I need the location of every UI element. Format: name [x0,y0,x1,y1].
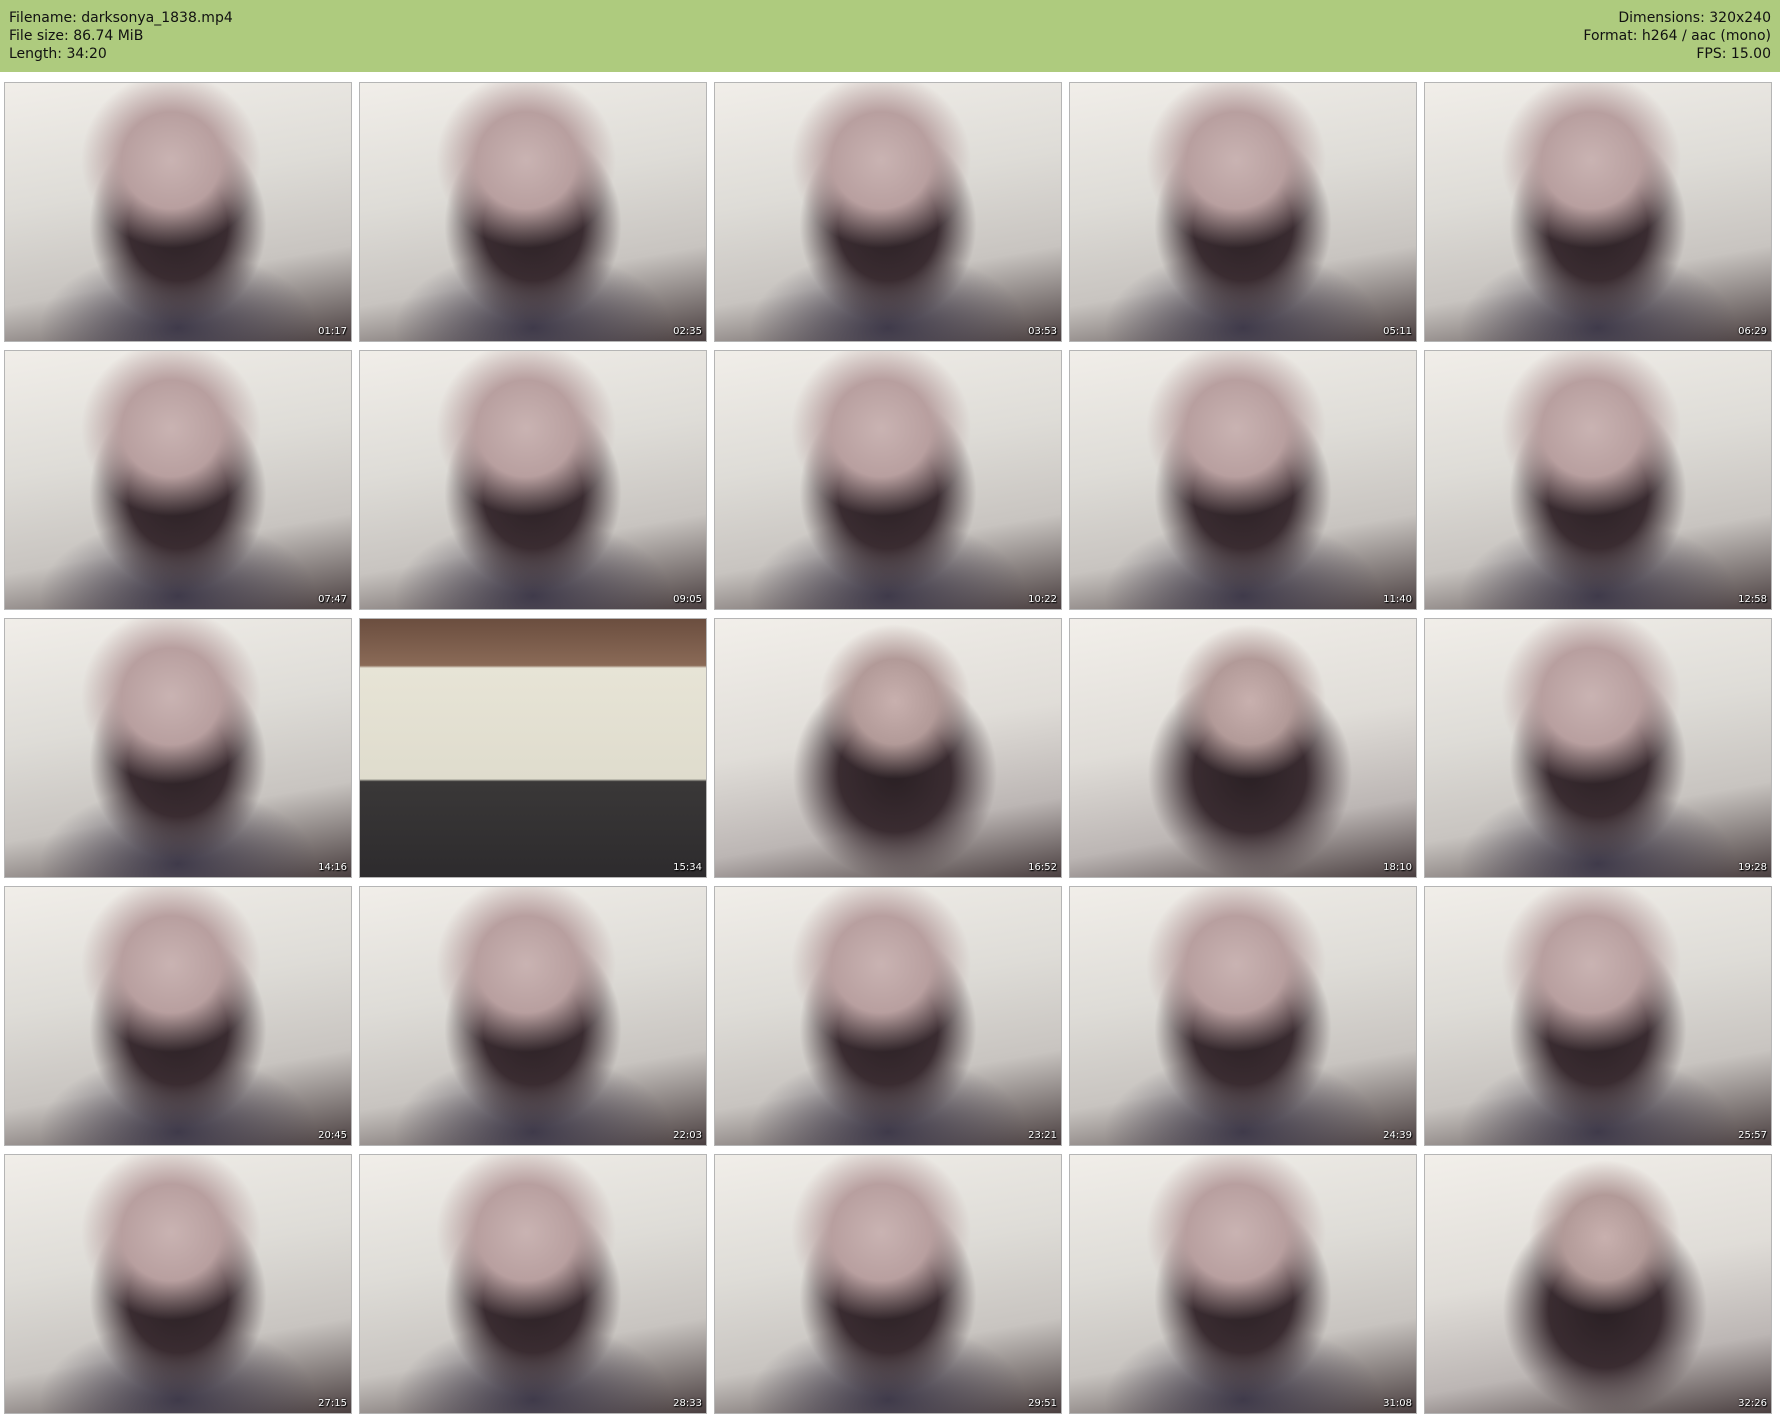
timestamp-label: 16:52 [1028,862,1057,873]
thumbnail-image [715,887,1061,1145]
thumbnail-image [5,83,351,341]
timestamp-label: 10:22 [1028,594,1057,605]
timestamp-label: 05:11 [1383,326,1412,337]
video-thumbnail[interactable]: 06:29 [1424,82,1772,342]
video-thumbnail[interactable]: 18:10 [1069,618,1417,878]
file-info: Filename: darksonya_1838.mp4 File size: … [9,9,233,63]
video-thumbnail[interactable]: 15:34 [359,618,707,878]
video-thumbnail[interactable]: 09:05 [359,350,707,610]
timestamp-label: 25:57 [1738,1130,1767,1141]
thumbnail-image [1070,887,1416,1145]
timestamp-label: 20:45 [318,1130,347,1141]
thumbnail-image [715,619,1061,877]
thumbnail-image [5,1155,351,1413]
timestamp-label: 19:28 [1738,862,1767,873]
timestamp-label: 15:34 [673,862,702,873]
thumbnail-image [1070,83,1416,341]
timestamp-label: 14:16 [318,862,347,873]
thumbnail-image [1070,1155,1416,1413]
thumbnail-image [5,351,351,609]
video-thumbnail[interactable]: 27:15 [4,1154,352,1414]
video-thumbnail[interactable]: 05:11 [1069,82,1417,342]
thumbnail-grid: 01:17 02:35 03:53 05:11 06:29 07:47 09:05 10:22… [4,82,1776,1414]
timestamp-label: 31:08 [1383,1398,1412,1409]
timestamp-label: 02:35 [673,326,702,337]
thumbnail-image [1425,1155,1771,1413]
timestamp-label: 06:29 [1738,326,1767,337]
thumbnail-image [5,887,351,1145]
thumbnail-image [715,83,1061,341]
thumbnail-image [1070,351,1416,609]
dimensions-label: Dimensions: 320x240 [1618,10,1771,26]
timestamp-label: 32:26 [1738,1398,1767,1409]
timestamp-label: 12:58 [1738,594,1767,605]
info-header: Filename: darksonya_1838.mp4 File size: … [0,0,1780,72]
stream-info: Dimensions: 320x240 Format: h264 / aac (… [1583,9,1771,63]
timestamp-label: 24:39 [1383,1130,1412,1141]
video-thumbnail[interactable]: 23:21 [714,886,1062,1146]
video-thumbnail[interactable]: 32:26 [1424,1154,1772,1414]
thumbnail-image [360,1155,706,1413]
video-thumbnail[interactable]: 31:08 [1069,1154,1417,1414]
thumbnail-image [1070,619,1416,877]
video-thumbnail[interactable]: 20:45 [4,886,352,1146]
thumbnail-image [1425,351,1771,609]
timestamp-label: 18:10 [1383,862,1412,873]
thumbnail-image [1425,83,1771,341]
video-thumbnail[interactable]: 28:33 [359,1154,707,1414]
timestamp-label: 29:51 [1028,1398,1057,1409]
timestamp-label: 23:21 [1028,1130,1057,1141]
video-thumbnail[interactable]: 07:47 [4,350,352,610]
thumbnail-image [360,351,706,609]
video-thumbnail[interactable]: 10:22 [714,350,1062,610]
thumbnail-image [360,887,706,1145]
video-thumbnail[interactable]: 24:39 [1069,886,1417,1146]
timestamp-label: 27:15 [318,1398,347,1409]
video-thumbnail[interactable]: 02:35 [359,82,707,342]
timestamp-label: 28:33 [673,1398,702,1409]
thumbnail-image [360,83,706,341]
filesize-label: File size: 86.74 MiB [9,28,144,44]
timestamp-label: 22:03 [673,1130,702,1141]
timestamp-label: 03:53 [1028,326,1057,337]
timestamp-label: 07:47 [318,594,347,605]
video-thumbnail[interactable]: 29:51 [714,1154,1062,1414]
timestamp-label: 11:40 [1383,594,1412,605]
thumbnail-image [1425,619,1771,877]
thumbnail-image [1425,887,1771,1145]
video-thumbnail[interactable]: 12:58 [1424,350,1772,610]
length-label: Length: 34:20 [9,46,107,62]
video-thumbnail[interactable]: 16:52 [714,618,1062,878]
video-thumbnail[interactable]: 11:40 [1069,350,1417,610]
thumbnail-image [715,351,1061,609]
video-thumbnail[interactable]: 14:16 [4,618,352,878]
video-thumbnail[interactable]: 03:53 [714,82,1062,342]
timestamp-label: 01:17 [318,326,347,337]
filename-label: Filename: darksonya_1838.mp4 [9,10,233,26]
video-thumbnail[interactable]: 19:28 [1424,618,1772,878]
thumbnail-image [5,619,351,877]
timestamp-label: 09:05 [673,594,702,605]
format-label: Format: h264 / aac (mono) [1583,28,1771,44]
thumbnail-image [715,1155,1061,1413]
fps-label: FPS: 15.00 [1696,46,1771,62]
thumbnail-image [360,619,706,877]
video-thumbnail[interactable]: 22:03 [359,886,707,1146]
video-thumbnail[interactable]: 01:17 [4,82,352,342]
video-thumbnail[interactable]: 25:57 [1424,886,1772,1146]
